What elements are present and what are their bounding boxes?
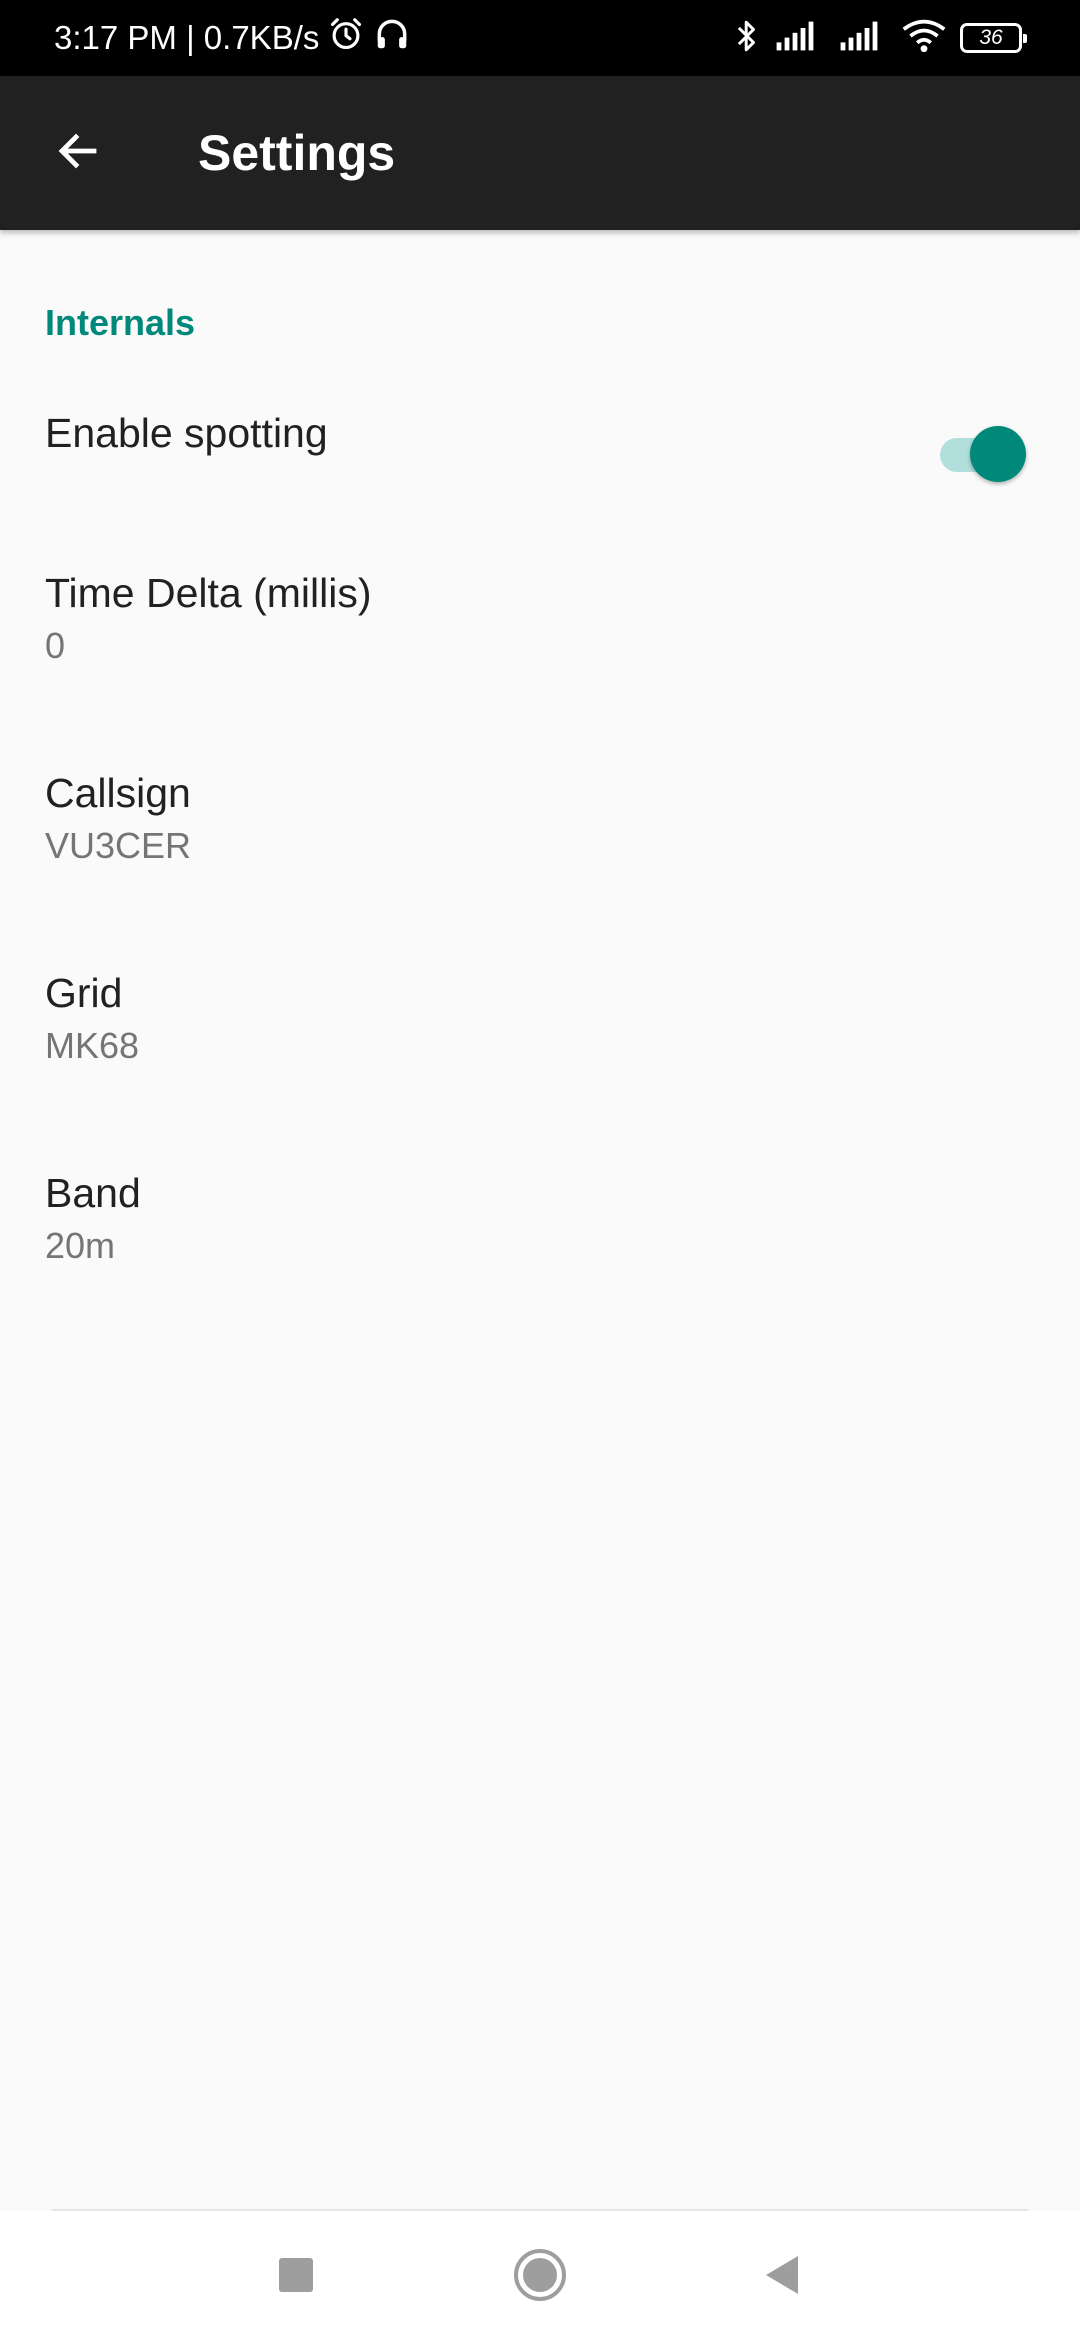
battery-icon: 36 <box>960 23 1027 53</box>
pref-time-delta[interactable]: Time Delta (millis) 0 <box>0 550 1080 740</box>
pref-grid[interactable]: Grid MK68 <box>0 950 1080 1140</box>
system-back-button[interactable] <box>752 2247 812 2307</box>
pref-summary: 20m <box>45 1225 116 1266</box>
pref-title: Grid <box>45 970 123 1016</box>
status-right: 36 <box>734 0 1027 76</box>
headset-icon <box>373 15 411 61</box>
signal-icon <box>774 20 824 57</box>
section-header-internals: Internals <box>45 302 196 343</box>
wifi-icon <box>902 19 946 58</box>
home-button[interactable] <box>510 2247 570 2307</box>
signal-icon <box>838 20 888 57</box>
pref-title: Band <box>45 1170 141 1216</box>
alarm-icon <box>327 15 365 61</box>
pref-band[interactable]: Band 20m <box>0 1150 1080 1340</box>
pref-callsign[interactable]: Callsign VU3CER <box>0 750 1080 940</box>
pref-title: Enable spotting <box>45 410 328 456</box>
recents-square-icon <box>278 2257 314 2298</box>
arrow-back-icon <box>54 127 102 180</box>
status-left: 3:17 PM | 0.7KB/s <box>54 0 411 76</box>
pref-summary: 0 <box>45 625 66 666</box>
page-title: Settings <box>198 125 396 181</box>
status-time-speed: 3:17 PM | 0.7KB/s <box>54 19 320 56</box>
back-triangle-icon <box>762 2253 802 2302</box>
enable-spotting-switch[interactable] <box>936 421 1026 482</box>
pref-title: Callsign <box>45 770 191 816</box>
pref-enable-spotting[interactable]: Enable spotting <box>0 370 1080 530</box>
back-button[interactable] <box>40 115 116 191</box>
pref-summary: MK68 <box>45 1025 140 1066</box>
switch-thumb <box>970 426 1026 482</box>
pref-title: Time Delta (millis) <box>45 570 372 616</box>
bluetooth-icon <box>734 16 760 61</box>
pref-summary: VU3CER <box>45 825 192 866</box>
app-bar: Settings <box>0 76 1080 230</box>
home-circle-icon <box>513 2248 567 2307</box>
system-nav-bar <box>0 2211 1080 2340</box>
battery-level: 36 <box>979 26 1003 49</box>
status-bar: 3:17 PM | 0.7KB/s 36 <box>0 0 1080 76</box>
recents-button[interactable] <box>266 2247 326 2307</box>
